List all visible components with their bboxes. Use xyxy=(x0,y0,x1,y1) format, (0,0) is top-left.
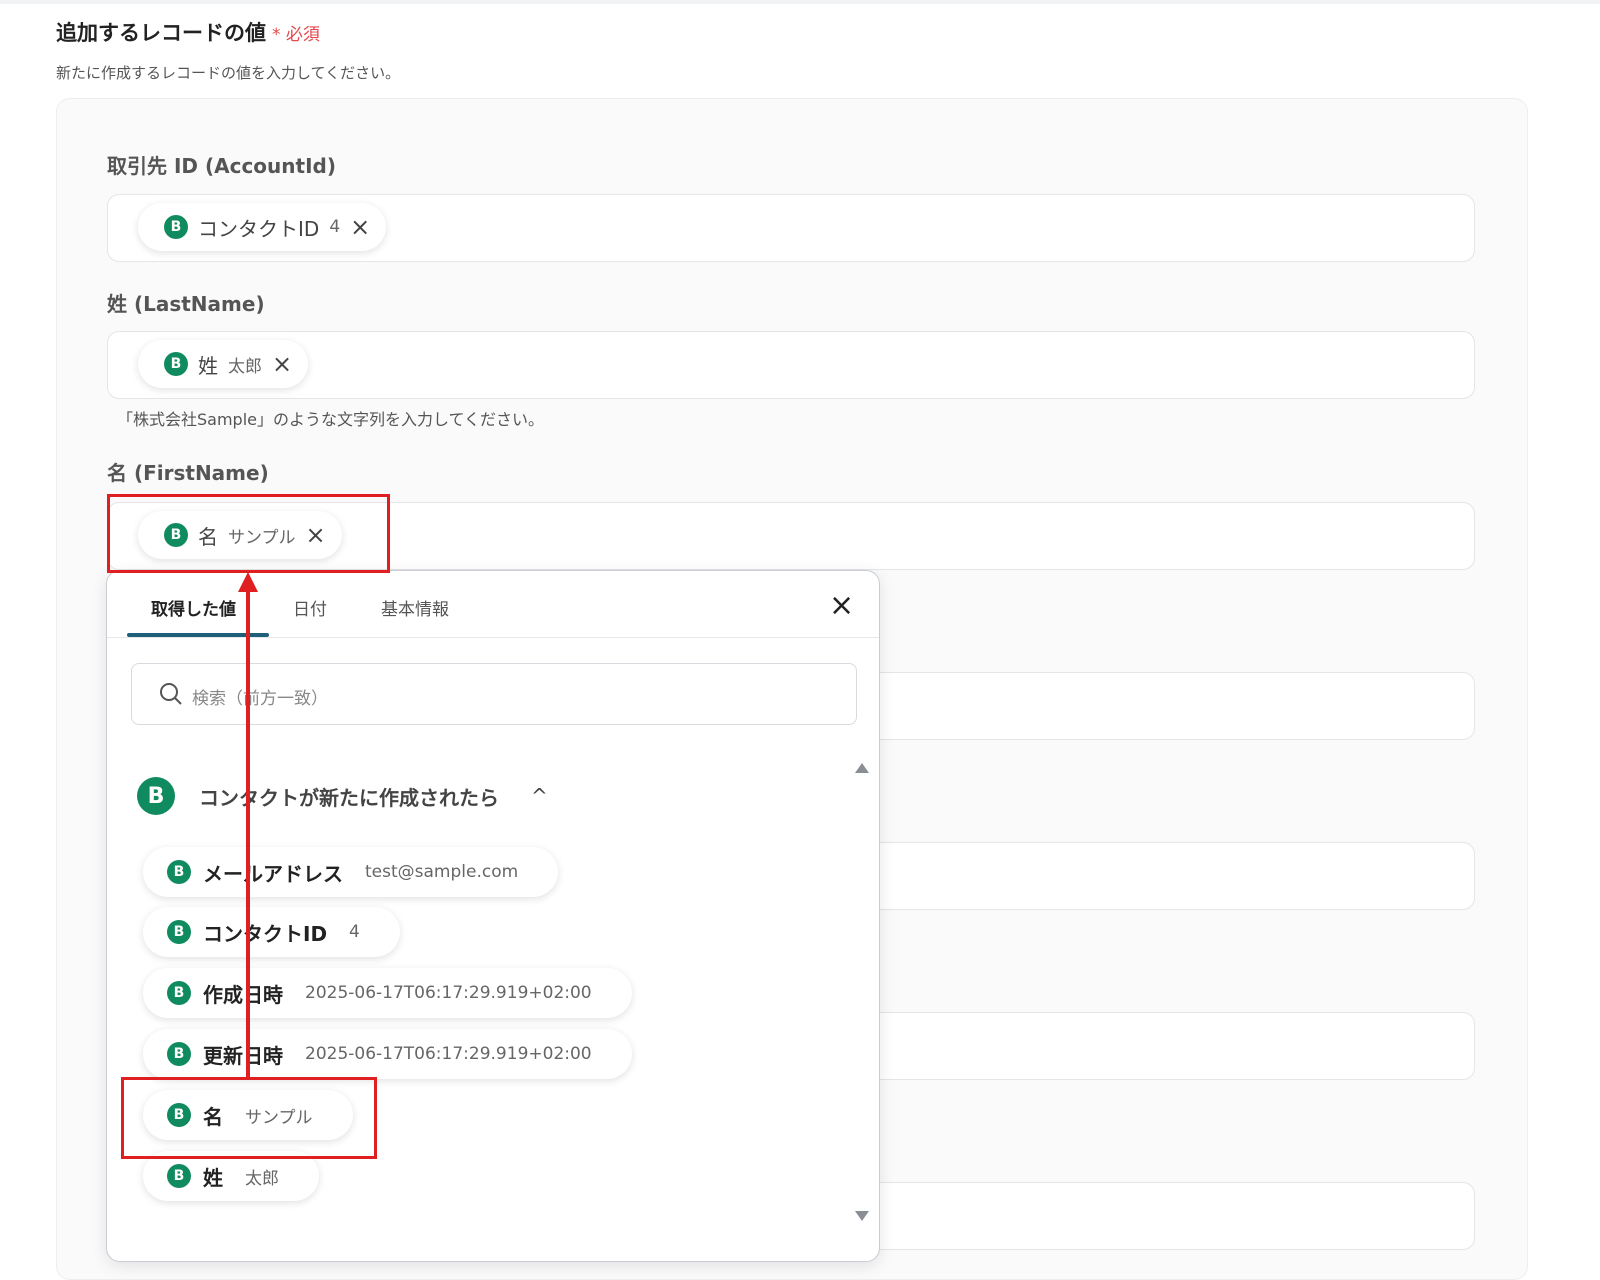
item-value: test@sample.com xyxy=(365,862,519,882)
tab-date[interactable]: 日付 xyxy=(293,595,327,620)
item-name: 姓 xyxy=(203,1165,223,1190)
service-b-icon: B xyxy=(167,1164,191,1188)
item-name: メールアドレス xyxy=(203,861,343,886)
popup-tabs: 取得した値 日付 基本情報 × xyxy=(107,571,879,638)
scroll-down-arrow[interactable] xyxy=(855,1211,869,1221)
chip-name: 姓 xyxy=(198,353,218,378)
search-icon xyxy=(160,683,182,705)
item-value: 4 xyxy=(349,922,360,942)
hidden-field-input[interactable] xyxy=(860,1012,1475,1080)
last-name-input[interactable]: B 姓 太郎 × xyxy=(107,331,1475,399)
annotation-arrow-head xyxy=(238,572,258,592)
list-item-contact-id[interactable]: B コンタクトID 4 xyxy=(143,907,400,957)
service-b-icon: B xyxy=(164,352,188,376)
hidden-field-input[interactable] xyxy=(860,842,1475,910)
chip-name: コンタクトID xyxy=(198,216,320,241)
hidden-field-input[interactable] xyxy=(860,1182,1475,1250)
item-name: 作成日時 xyxy=(203,982,283,1007)
annotation-arrow-line xyxy=(246,586,250,1078)
item-value: 2025-06-17T06:17:29.919+02:00 xyxy=(305,1044,592,1064)
chip-value: 4 xyxy=(329,217,341,237)
value-chip[interactable]: B 姓 太郎 × xyxy=(138,340,309,388)
value-chip[interactable]: B コンタクトID 4 × xyxy=(138,203,387,251)
service-b-icon: B xyxy=(164,215,188,239)
section-title: 追加するレコードの値 * 必須 xyxy=(56,17,320,47)
field-label-first-name: 名 (FirstName) xyxy=(107,461,269,485)
service-b-icon: B xyxy=(167,981,191,1005)
item-value: 2025-06-17T06:17:29.919+02:00 xyxy=(305,983,592,1003)
section-description: 新たに作成するレコードの値を入力してください。 xyxy=(56,64,401,82)
remove-chip-icon[interactable]: × xyxy=(272,352,292,376)
scroll-up-arrow[interactable] xyxy=(855,763,869,773)
search-input[interactable]: 検索（前方一致） xyxy=(131,663,857,725)
field-label-account-id: 取引先 ID (AccountId) xyxy=(107,154,336,178)
hidden-field-input[interactable] xyxy=(860,672,1475,740)
last-name-help-text: 「株式会社Sample」のような文字列を入力してください。 xyxy=(117,410,545,429)
item-name: コンタクトID xyxy=(203,921,328,946)
section-title-text: 追加するレコードの値 xyxy=(56,21,266,45)
service-b-icon: B xyxy=(167,860,191,884)
item-name: 更新日時 xyxy=(203,1043,283,1068)
trigger-group-header[interactable]: B コンタクトが新たに作成されたら ^ xyxy=(137,777,548,815)
chip-value: 太郎 xyxy=(228,356,262,377)
tab-basic-info[interactable]: 基本情報 xyxy=(381,595,449,620)
group-title: コンタクトが新たに作成されたら xyxy=(199,785,499,810)
chevron-up-icon[interactable]: ^ xyxy=(531,784,548,808)
service-b-icon: B xyxy=(167,920,191,944)
top-divider xyxy=(0,0,1600,4)
close-icon[interactable]: × xyxy=(829,591,854,621)
field-label-last-name: 姓 (LastName) xyxy=(107,292,265,316)
required-badge: * 必須 xyxy=(272,25,320,45)
annotation-highlight-box xyxy=(107,494,390,573)
search-placeholder: 検索（前方一致） xyxy=(192,689,328,709)
item-value: 太郎 xyxy=(245,1168,279,1189)
remove-chip-icon[interactable]: × xyxy=(350,215,370,239)
annotation-highlight-box xyxy=(121,1077,377,1159)
account-id-input[interactable]: B コンタクトID 4 × xyxy=(107,194,1475,262)
list-item-created-at[interactable]: B 作成日時 2025-06-17T06:17:29.919+02:00 xyxy=(143,968,632,1018)
tab-fetched-values[interactable]: 取得した値 xyxy=(151,595,236,620)
service-b-icon: B xyxy=(167,1042,191,1066)
list-item-updated-at[interactable]: B 更新日時 2025-06-17T06:17:29.919+02:00 xyxy=(143,1029,632,1079)
list-item-email[interactable]: B メールアドレス test@sample.com xyxy=(143,847,559,897)
service-b-icon: B xyxy=(137,777,175,815)
